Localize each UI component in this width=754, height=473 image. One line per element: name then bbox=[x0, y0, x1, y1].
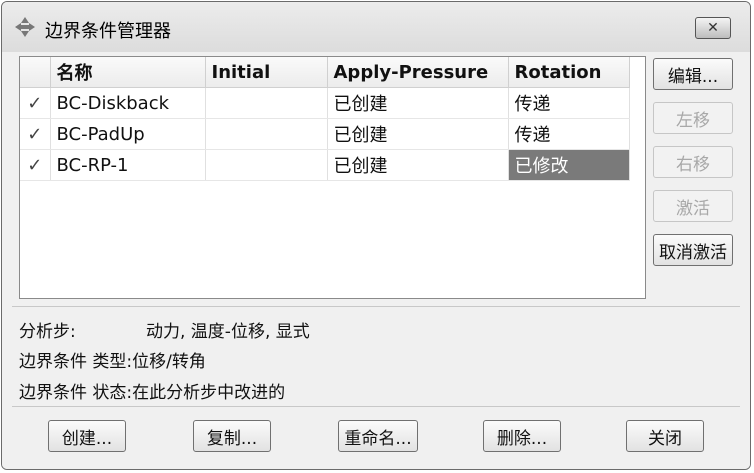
move-arrows-icon bbox=[15, 17, 35, 37]
boundary-condition-manager-dialog: 边界条件管理器 ✕ 名称 Initial Apply-Pressure Rota… bbox=[1, 1, 751, 470]
active-check-icon[interactable]: ✓ bbox=[20, 149, 51, 181]
header-apply-pressure[interactable]: Apply-Pressure bbox=[327, 57, 509, 88]
delete-button[interactable]: 删除... bbox=[483, 420, 561, 452]
initial-cell[interactable] bbox=[205, 87, 328, 119]
rename-button[interactable]: 重命名... bbox=[338, 420, 418, 452]
close-icon: ✕ bbox=[707, 20, 719, 36]
apply-pressure-cell[interactable]: 已创建 bbox=[327, 149, 509, 181]
create-button[interactable]: 创建... bbox=[48, 420, 126, 452]
rotation-cell-selected[interactable]: 已修改 bbox=[508, 149, 630, 181]
header-check bbox=[20, 57, 51, 88]
window-title: 边界条件管理器 bbox=[45, 21, 171, 42]
bc-name-cell[interactable]: BC-Diskback bbox=[50, 87, 206, 119]
divider bbox=[12, 306, 740, 307]
rotation-cell[interactable]: 传递 bbox=[508, 118, 630, 150]
title-bar: 边界条件管理器 ✕ bbox=[2, 2, 750, 52]
deactivate-button[interactable]: 取消激活 bbox=[653, 234, 733, 266]
step-label: 分析步: bbox=[19, 322, 76, 342]
table-row[interactable]: ✓ BC-PadUp 已创建 传递 bbox=[20, 118, 630, 150]
table-row[interactable]: ✓ BC-Diskback 已创建 传递 bbox=[20, 87, 630, 119]
apply-pressure-cell[interactable]: 已创建 bbox=[327, 118, 509, 150]
status-value: 在此分析步中改进的 bbox=[132, 383, 286, 403]
status-info: 边界条件 状态:在此分析步中改进的 bbox=[19, 378, 285, 403]
close-button[interactable]: 关闭 bbox=[626, 420, 704, 452]
step-value: 动力, 温度-位移, 显式 bbox=[146, 322, 310, 342]
boundary-condition-table: 名称 Initial Apply-Pressure Rotation ✓ BC-… bbox=[19, 56, 646, 299]
close-window-button[interactable]: ✕ bbox=[695, 17, 731, 39]
rotation-cell[interactable]: 传递 bbox=[508, 87, 630, 119]
move-left-button[interactable]: 左移 bbox=[653, 102, 733, 134]
copy-button[interactable]: 复制... bbox=[193, 420, 271, 452]
edit-button[interactable]: 编辑... bbox=[653, 58, 733, 90]
type-value: 位移/转角 bbox=[132, 352, 206, 372]
header-initial[interactable]: Initial bbox=[205, 57, 328, 88]
type-label: 边界条件 类型: bbox=[19, 352, 133, 372]
move-right-button[interactable]: 右移 bbox=[653, 146, 733, 178]
bc-name-cell[interactable]: BC-RP-1 bbox=[50, 149, 206, 181]
apply-pressure-cell[interactable]: 已创建 bbox=[327, 87, 509, 119]
active-check-icon[interactable]: ✓ bbox=[20, 87, 51, 119]
initial-cell[interactable] bbox=[205, 149, 328, 181]
activate-button[interactable]: 激活 bbox=[653, 190, 733, 222]
table-row[interactable]: ✓ BC-RP-1 已创建 已修改 bbox=[20, 149, 630, 181]
step-info: 分析步: 动力, 温度-位移, 显式 bbox=[19, 317, 310, 342]
divider bbox=[12, 406, 740, 407]
status-label: 边界条件 状态: bbox=[19, 383, 133, 403]
initial-cell[interactable] bbox=[205, 118, 328, 150]
dialog-body: 名称 Initial Apply-Pressure Rotation ✓ BC-… bbox=[2, 52, 750, 469]
active-check-icon[interactable]: ✓ bbox=[20, 118, 51, 150]
header-rotation[interactable]: Rotation bbox=[508, 57, 630, 88]
bc-name-cell[interactable]: BC-PadUp bbox=[50, 118, 206, 150]
type-info: 边界条件 类型:位移/转角 bbox=[19, 347, 206, 372]
header-name[interactable]: 名称 bbox=[50, 57, 206, 88]
table-header-row: 名称 Initial Apply-Pressure Rotation bbox=[20, 57, 630, 88]
